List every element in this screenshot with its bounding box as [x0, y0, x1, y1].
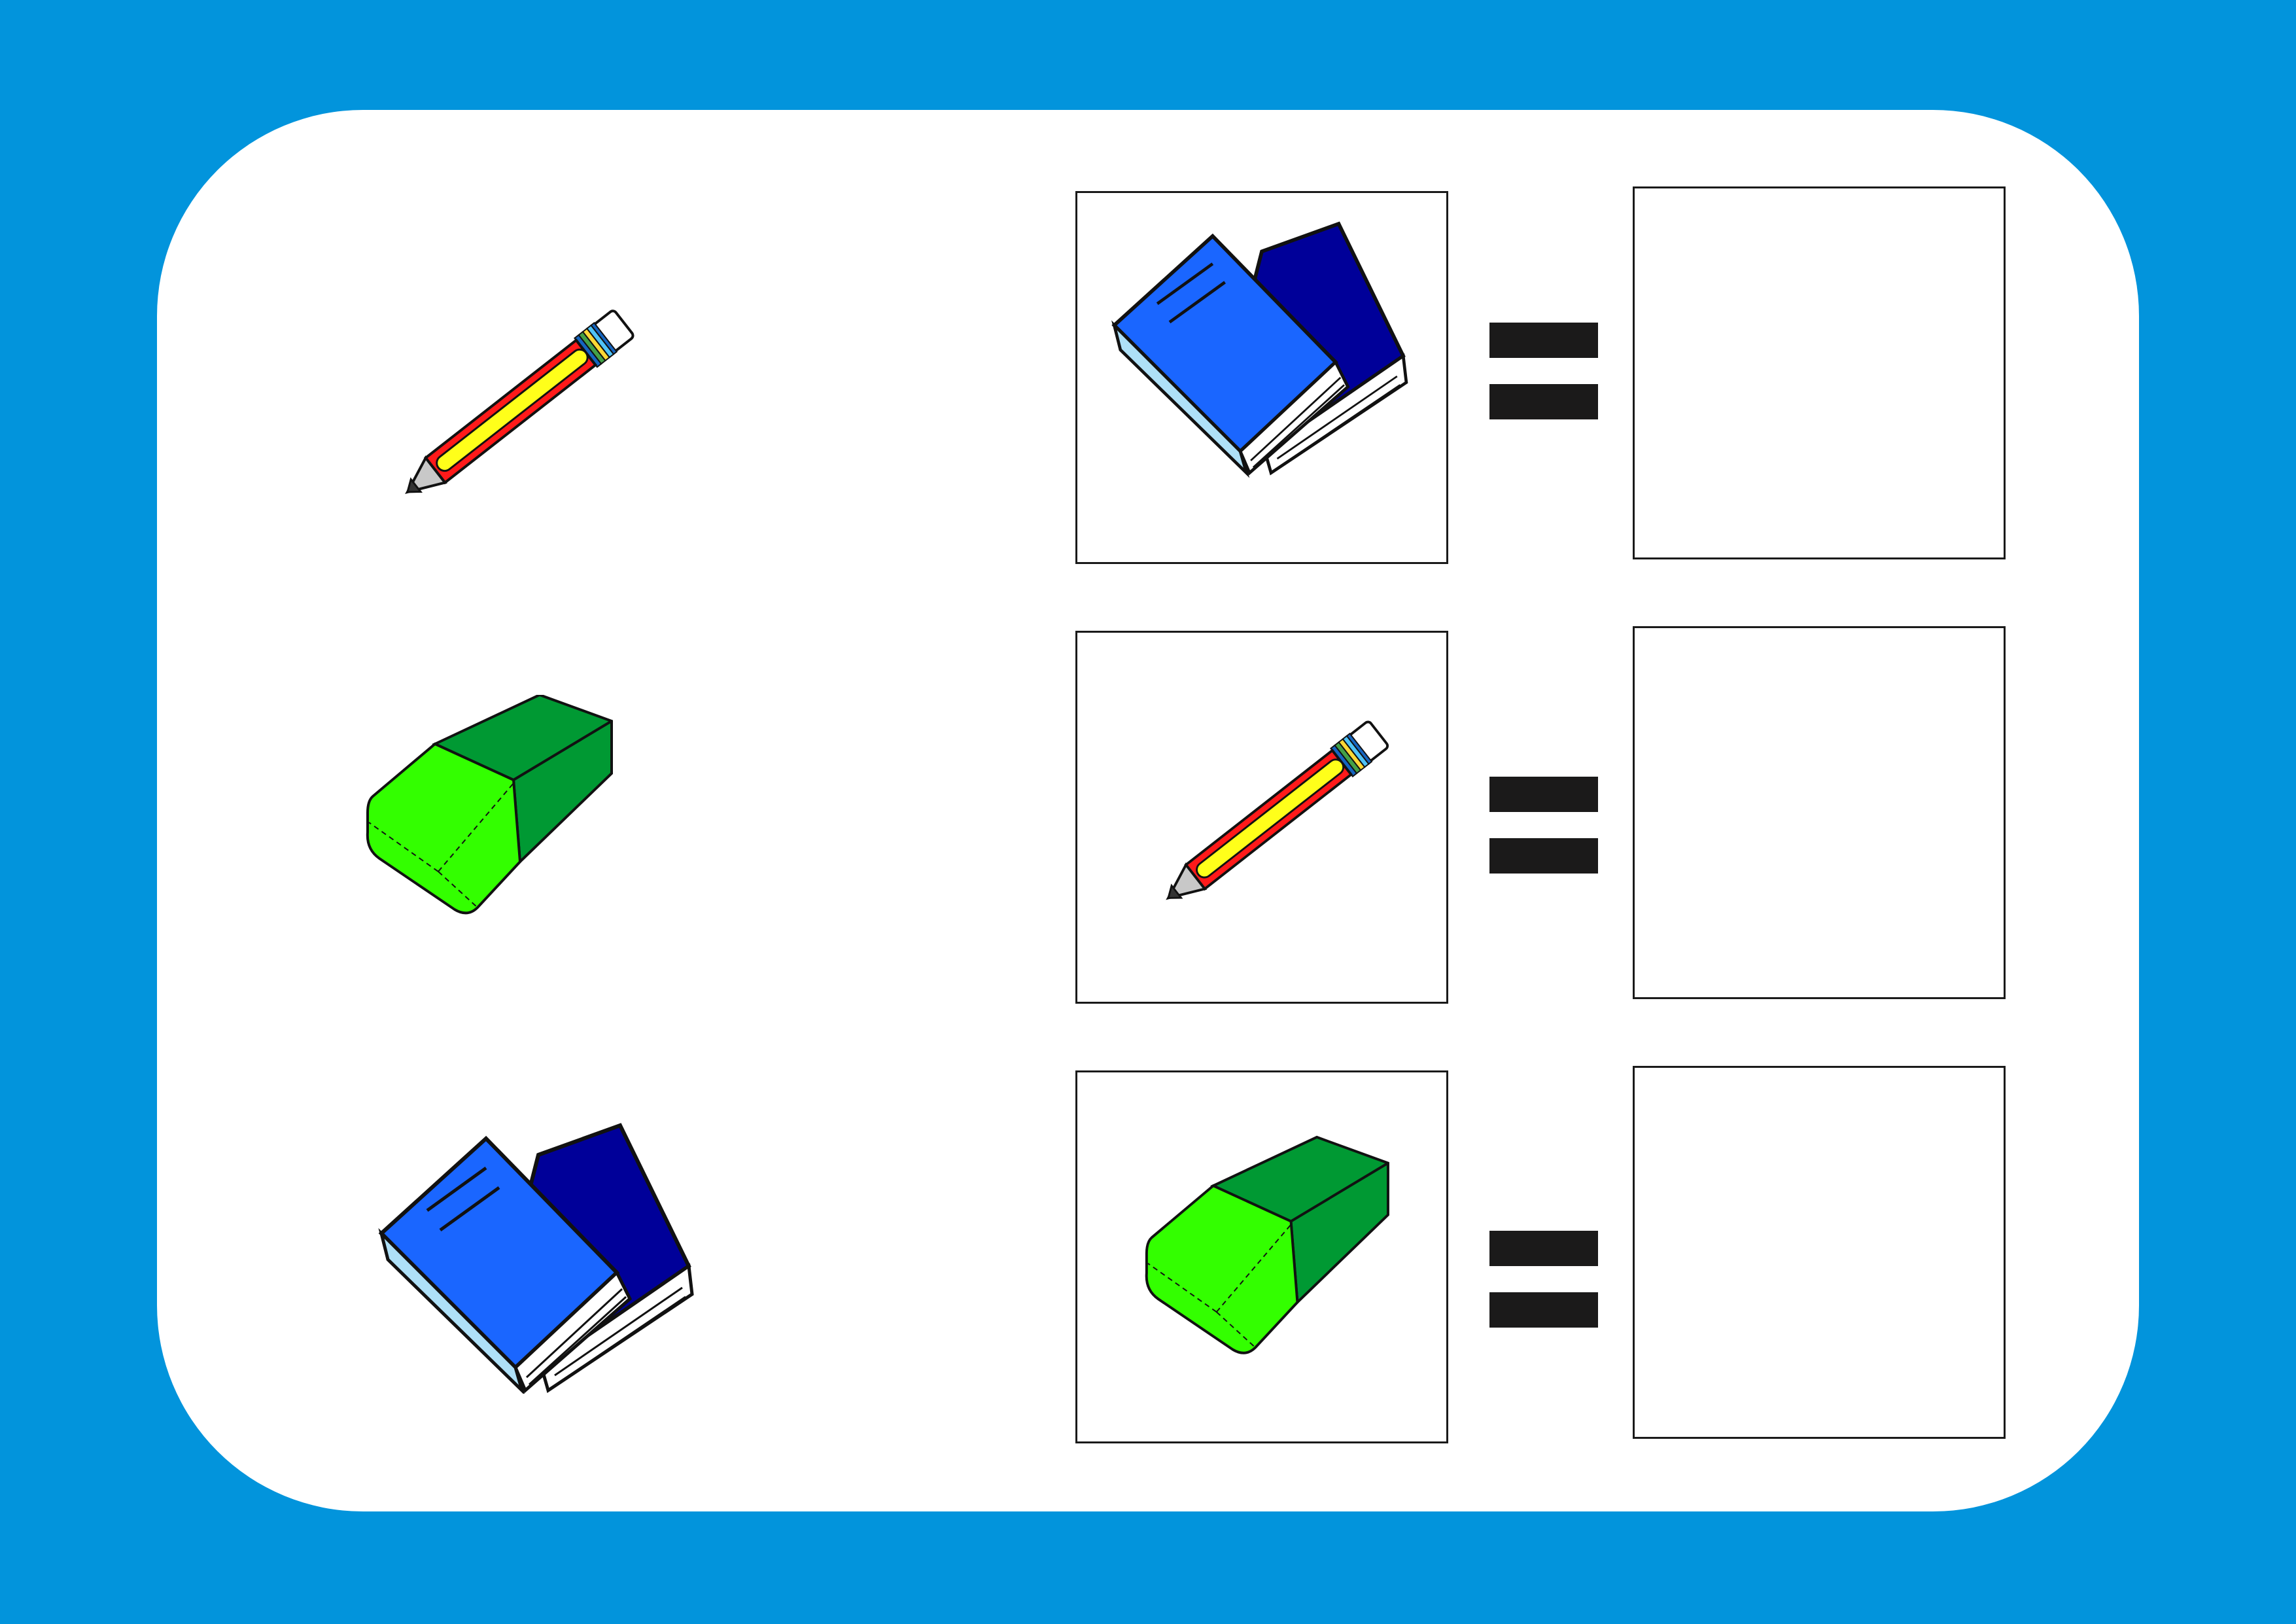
books-picture [375, 1119, 695, 1397]
clue-box-1 [1075, 191, 1448, 564]
pencil-icon [394, 307, 637, 508]
eraser-icon [366, 694, 613, 915]
equals-sign [1489, 777, 1598, 874]
books-icon [1077, 193, 1446, 562]
answer-box-1[interactable] [1633, 186, 2006, 559]
eraser-icon [1145, 1135, 1389, 1354]
eraser-picture [353, 694, 621, 934]
answer-box-3[interactable] [1633, 1066, 2006, 1439]
equals-sign [1489, 1231, 1598, 1328]
answer-box-2[interactable] [1633, 626, 2006, 999]
clue-box-3 [1075, 1070, 1448, 1443]
books-icon [375, 1119, 695, 1394]
pencil-picture [347, 265, 661, 517]
clue-box-2 [1075, 631, 1448, 1004]
equals-sign [1489, 323, 1598, 419]
pencil-icon [1156, 718, 1391, 913]
